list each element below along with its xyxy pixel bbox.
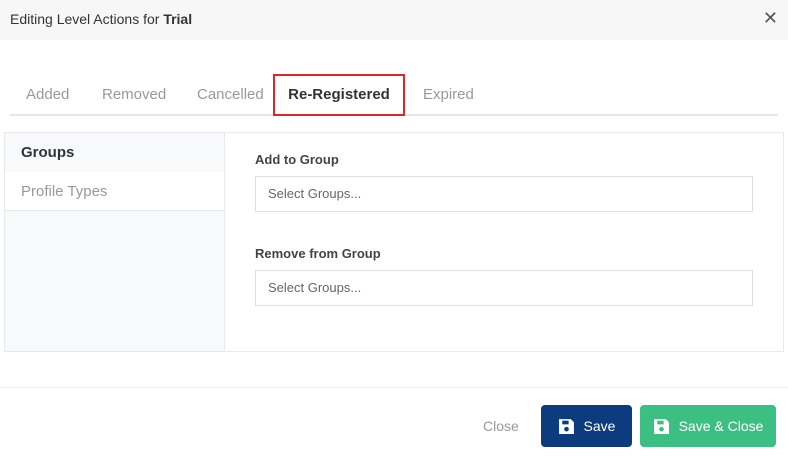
title-level-name: Trial: [163, 11, 193, 27]
sidebar-item-groups[interactable]: Groups: [5, 133, 224, 172]
sidebar: Groups Profile Types: [5, 133, 225, 351]
tab-re-registered[interactable]: Re-Registered: [273, 74, 405, 116]
save-button-label: Save: [583, 418, 616, 434]
actions-panel: Groups Profile Types Add to Group Select…: [4, 132, 784, 352]
save-and-close-label: Save & Close: [678, 418, 764, 434]
add-to-group-select[interactable]: Select Groups...: [255, 176, 753, 212]
save-button[interactable]: Save: [541, 405, 632, 447]
tab-added[interactable]: Added: [26, 75, 69, 115]
remove-from-group-label: Remove from Group: [255, 246, 381, 261]
sidebar-item-profile-types[interactable]: Profile Types: [5, 172, 224, 211]
add-to-group-label: Add to Group: [255, 152, 339, 167]
modal-title: Editing Level Actions for Trial: [10, 11, 192, 27]
footer-divider: [0, 387, 788, 388]
tab-removed[interactable]: Removed: [102, 75, 166, 115]
floppy-disk-icon: [653, 418, 669, 434]
title-prefix: Editing Level Actions for: [10, 11, 164, 27]
tab-cancelled[interactable]: Cancelled: [197, 75, 264, 115]
remove-from-group-select[interactable]: Select Groups...: [255, 270, 753, 306]
tab-expired[interactable]: Expired: [423, 75, 474, 115]
floppy-disk-icon: [558, 418, 574, 434]
close-button[interactable]: Close: [483, 418, 519, 434]
tab-bar: Added Removed Cancelled Re-Registered Ex…: [10, 74, 778, 116]
modal-header: Editing Level Actions for Trial ✕: [0, 0, 788, 40]
save-and-close-button[interactable]: Save & Close: [640, 405, 776, 447]
close-icon[interactable]: ✕: [763, 9, 778, 27]
